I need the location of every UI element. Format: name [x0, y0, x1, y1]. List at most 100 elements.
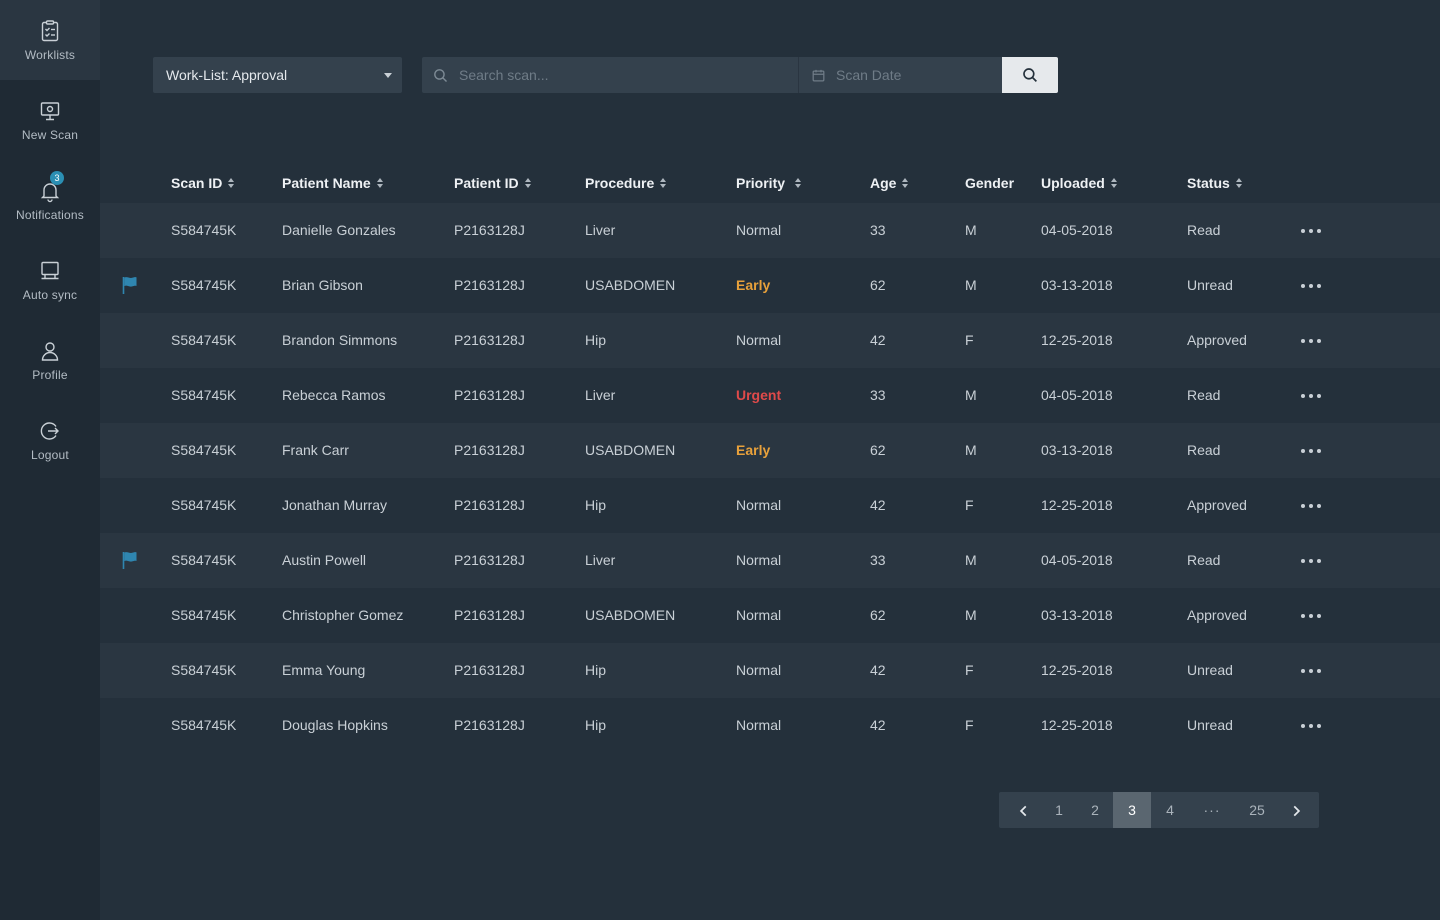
- cell-patient-id: P2163128J: [454, 717, 525, 733]
- next-page-button[interactable]: [1279, 792, 1313, 828]
- column-header-patient-id[interactable]: Patient ID: [454, 168, 532, 198]
- cell-procedure: Liver: [585, 552, 616, 568]
- cell-gender: M: [965, 277, 977, 293]
- cell-gender: F: [965, 332, 974, 348]
- cell-gender: F: [965, 717, 974, 733]
- sidebar-item-label: Notifications: [16, 207, 84, 222]
- page-button[interactable]: 1: [1049, 792, 1069, 828]
- more-options-icon[interactable]: [1301, 663, 1321, 679]
- table-row[interactable]: S584745K Austin Powell P2163128J Liver Norma…: [100, 533, 1440, 588]
- sidebar-item-logout[interactable]: Logout: [0, 400, 100, 480]
- column-header-scan-id[interactable]: Scan ID: [171, 168, 235, 198]
- cell-age: 33: [870, 387, 886, 403]
- cell-scan-id: S584745K: [171, 442, 237, 458]
- page-button[interactable]: 4: [1151, 792, 1189, 828]
- column-header-label: Status: [1187, 175, 1230, 191]
- page-button[interactable]: 25: [1235, 792, 1279, 828]
- more-options-icon[interactable]: [1301, 443, 1321, 459]
- page-button[interactable]: 2: [1077, 792, 1113, 828]
- more-options-icon[interactable]: [1301, 608, 1321, 624]
- column-header-label: Age: [870, 175, 897, 191]
- sidebar-item-new-scan[interactable]: New Scan: [0, 80, 100, 160]
- user-icon: [38, 339, 62, 363]
- calendar-icon: [811, 68, 826, 83]
- sidebar-item-label: Logout: [31, 447, 69, 462]
- search-input[interactable]: [457, 66, 781, 84]
- more-options-icon[interactable]: [1301, 718, 1321, 734]
- cell-age: 62: [870, 442, 886, 458]
- pagination: 1 2 3 4 ··· 25: [999, 792, 1319, 828]
- cell-uploaded: 03-13-2018: [1041, 442, 1113, 458]
- sidebar-item-notifications[interactable]: 3 Notifications: [0, 160, 100, 240]
- cell-procedure: Liver: [585, 222, 616, 238]
- cell-patient-id: P2163128J: [454, 607, 525, 623]
- sidebar-item-label: Auto sync: [22, 287, 78, 302]
- cell-uploaded: 04-05-2018: [1041, 552, 1113, 568]
- cell-gender: M: [965, 607, 977, 623]
- previous-page-button[interactable]: [999, 792, 1049, 828]
- cell-status: Approved: [1187, 332, 1247, 348]
- worklist-select-value: Work-List: Approval: [166, 67, 288, 83]
- cell-scan-id: S584745K: [171, 607, 237, 623]
- cell-patient-name: Emma Young: [282, 662, 366, 678]
- cell-patient-id: P2163128J: [454, 277, 525, 293]
- table-row[interactable]: S584745K Rebecca Ramos P2163128J Liver Urgen…: [100, 368, 1440, 423]
- cell-scan-id: S584745K: [171, 552, 237, 568]
- column-header-age[interactable]: Age: [870, 168, 909, 198]
- table-row[interactable]: S584745K Danielle Gonzales P2163128J Liver N…: [100, 203, 1440, 258]
- cell-status: Read: [1187, 442, 1221, 458]
- column-header-uploaded[interactable]: Uploaded: [1041, 168, 1118, 198]
- table-row[interactable]: S584745K Christopher Gomez P2163128J USABDO…: [100, 588, 1440, 643]
- table-row[interactable]: S584745K Brandon Simmons P2163128J Hip Norma…: [100, 313, 1440, 368]
- logout-icon: [38, 419, 62, 443]
- column-header-procedure[interactable]: Procedure: [585, 168, 667, 198]
- cell-scan-id: S584745K: [171, 387, 237, 403]
- cell-status: Unread: [1187, 662, 1233, 678]
- cell-priority: Normal: [736, 552, 782, 568]
- cell-gender: F: [965, 497, 974, 513]
- sidebar-item-label: Worklists: [24, 47, 76, 62]
- column-header-priority[interactable]: Priority: [736, 168, 802, 198]
- cell-uploaded: 03-13-2018: [1041, 607, 1113, 623]
- table-row[interactable]: S584745K Brian Gibson P2163128J USABDOMEN Ea…: [100, 258, 1440, 313]
- column-header-patient-name[interactable]: Patient Name: [282, 168, 384, 198]
- column-header-label: Uploaded: [1041, 175, 1105, 191]
- more-options-icon[interactable]: [1301, 553, 1321, 569]
- worklist-select[interactable]: Work-List: Approval: [153, 57, 402, 93]
- page-ellipsis: ···: [1203, 802, 1221, 818]
- caret-down-icon: [384, 73, 392, 78]
- sidebar-item-auto-sync[interactable]: Auto sync: [0, 240, 100, 320]
- cell-age: 42: [870, 497, 886, 513]
- scan-date-field[interactable]: [798, 57, 1002, 93]
- more-options-icon[interactable]: [1301, 223, 1321, 239]
- cell-age: 42: [870, 332, 886, 348]
- cell-patient-name: Jonathan Murray: [282, 497, 388, 513]
- column-header-status[interactable]: Status: [1187, 168, 1243, 198]
- sort-icon: [376, 178, 384, 189]
- cell-patient-id: P2163128J: [454, 222, 525, 238]
- table-row[interactable]: S584745K Jonathan Murray P2163128J Hip Norma…: [100, 478, 1440, 533]
- sidebar-item-label: Profile: [32, 367, 68, 382]
- more-options-icon[interactable]: [1301, 278, 1321, 294]
- more-options-icon[interactable]: [1301, 333, 1321, 349]
- cell-uploaded: 03-13-2018: [1041, 277, 1113, 293]
- search-icon: [432, 67, 449, 84]
- search-button[interactable]: [1002, 57, 1058, 93]
- more-options-icon[interactable]: [1301, 388, 1321, 404]
- sidebar-item-profile[interactable]: Profile: [0, 320, 100, 400]
- scan-date-input[interactable]: [834, 66, 988, 84]
- cell-procedure: Hip: [585, 497, 607, 513]
- flag-icon[interactable]: [122, 551, 138, 569]
- cell-scan-id: S584745K: [171, 662, 237, 678]
- more-options-icon[interactable]: [1301, 498, 1321, 514]
- flag-icon[interactable]: [122, 276, 138, 294]
- search-field[interactable]: [422, 57, 798, 93]
- sidebar-item-worklists[interactable]: Worklists: [0, 0, 100, 80]
- cell-patient-name: Rebecca Ramos: [282, 387, 386, 403]
- table-row[interactable]: S584745K Emma Young P2163128J Hip Normal 42 F 1…: [100, 643, 1440, 698]
- cell-priority: Urgent: [736, 387, 782, 403]
- table-row[interactable]: S584745K Douglas Hopkins P2163128J Hip Norma…: [100, 698, 1440, 753]
- table-row[interactable]: S584745K Frank Carr P2163128J USABDOMEN Earl…: [100, 423, 1440, 478]
- cell-priority: Normal: [736, 717, 782, 733]
- page-button-current[interactable]: 3: [1113, 792, 1151, 828]
